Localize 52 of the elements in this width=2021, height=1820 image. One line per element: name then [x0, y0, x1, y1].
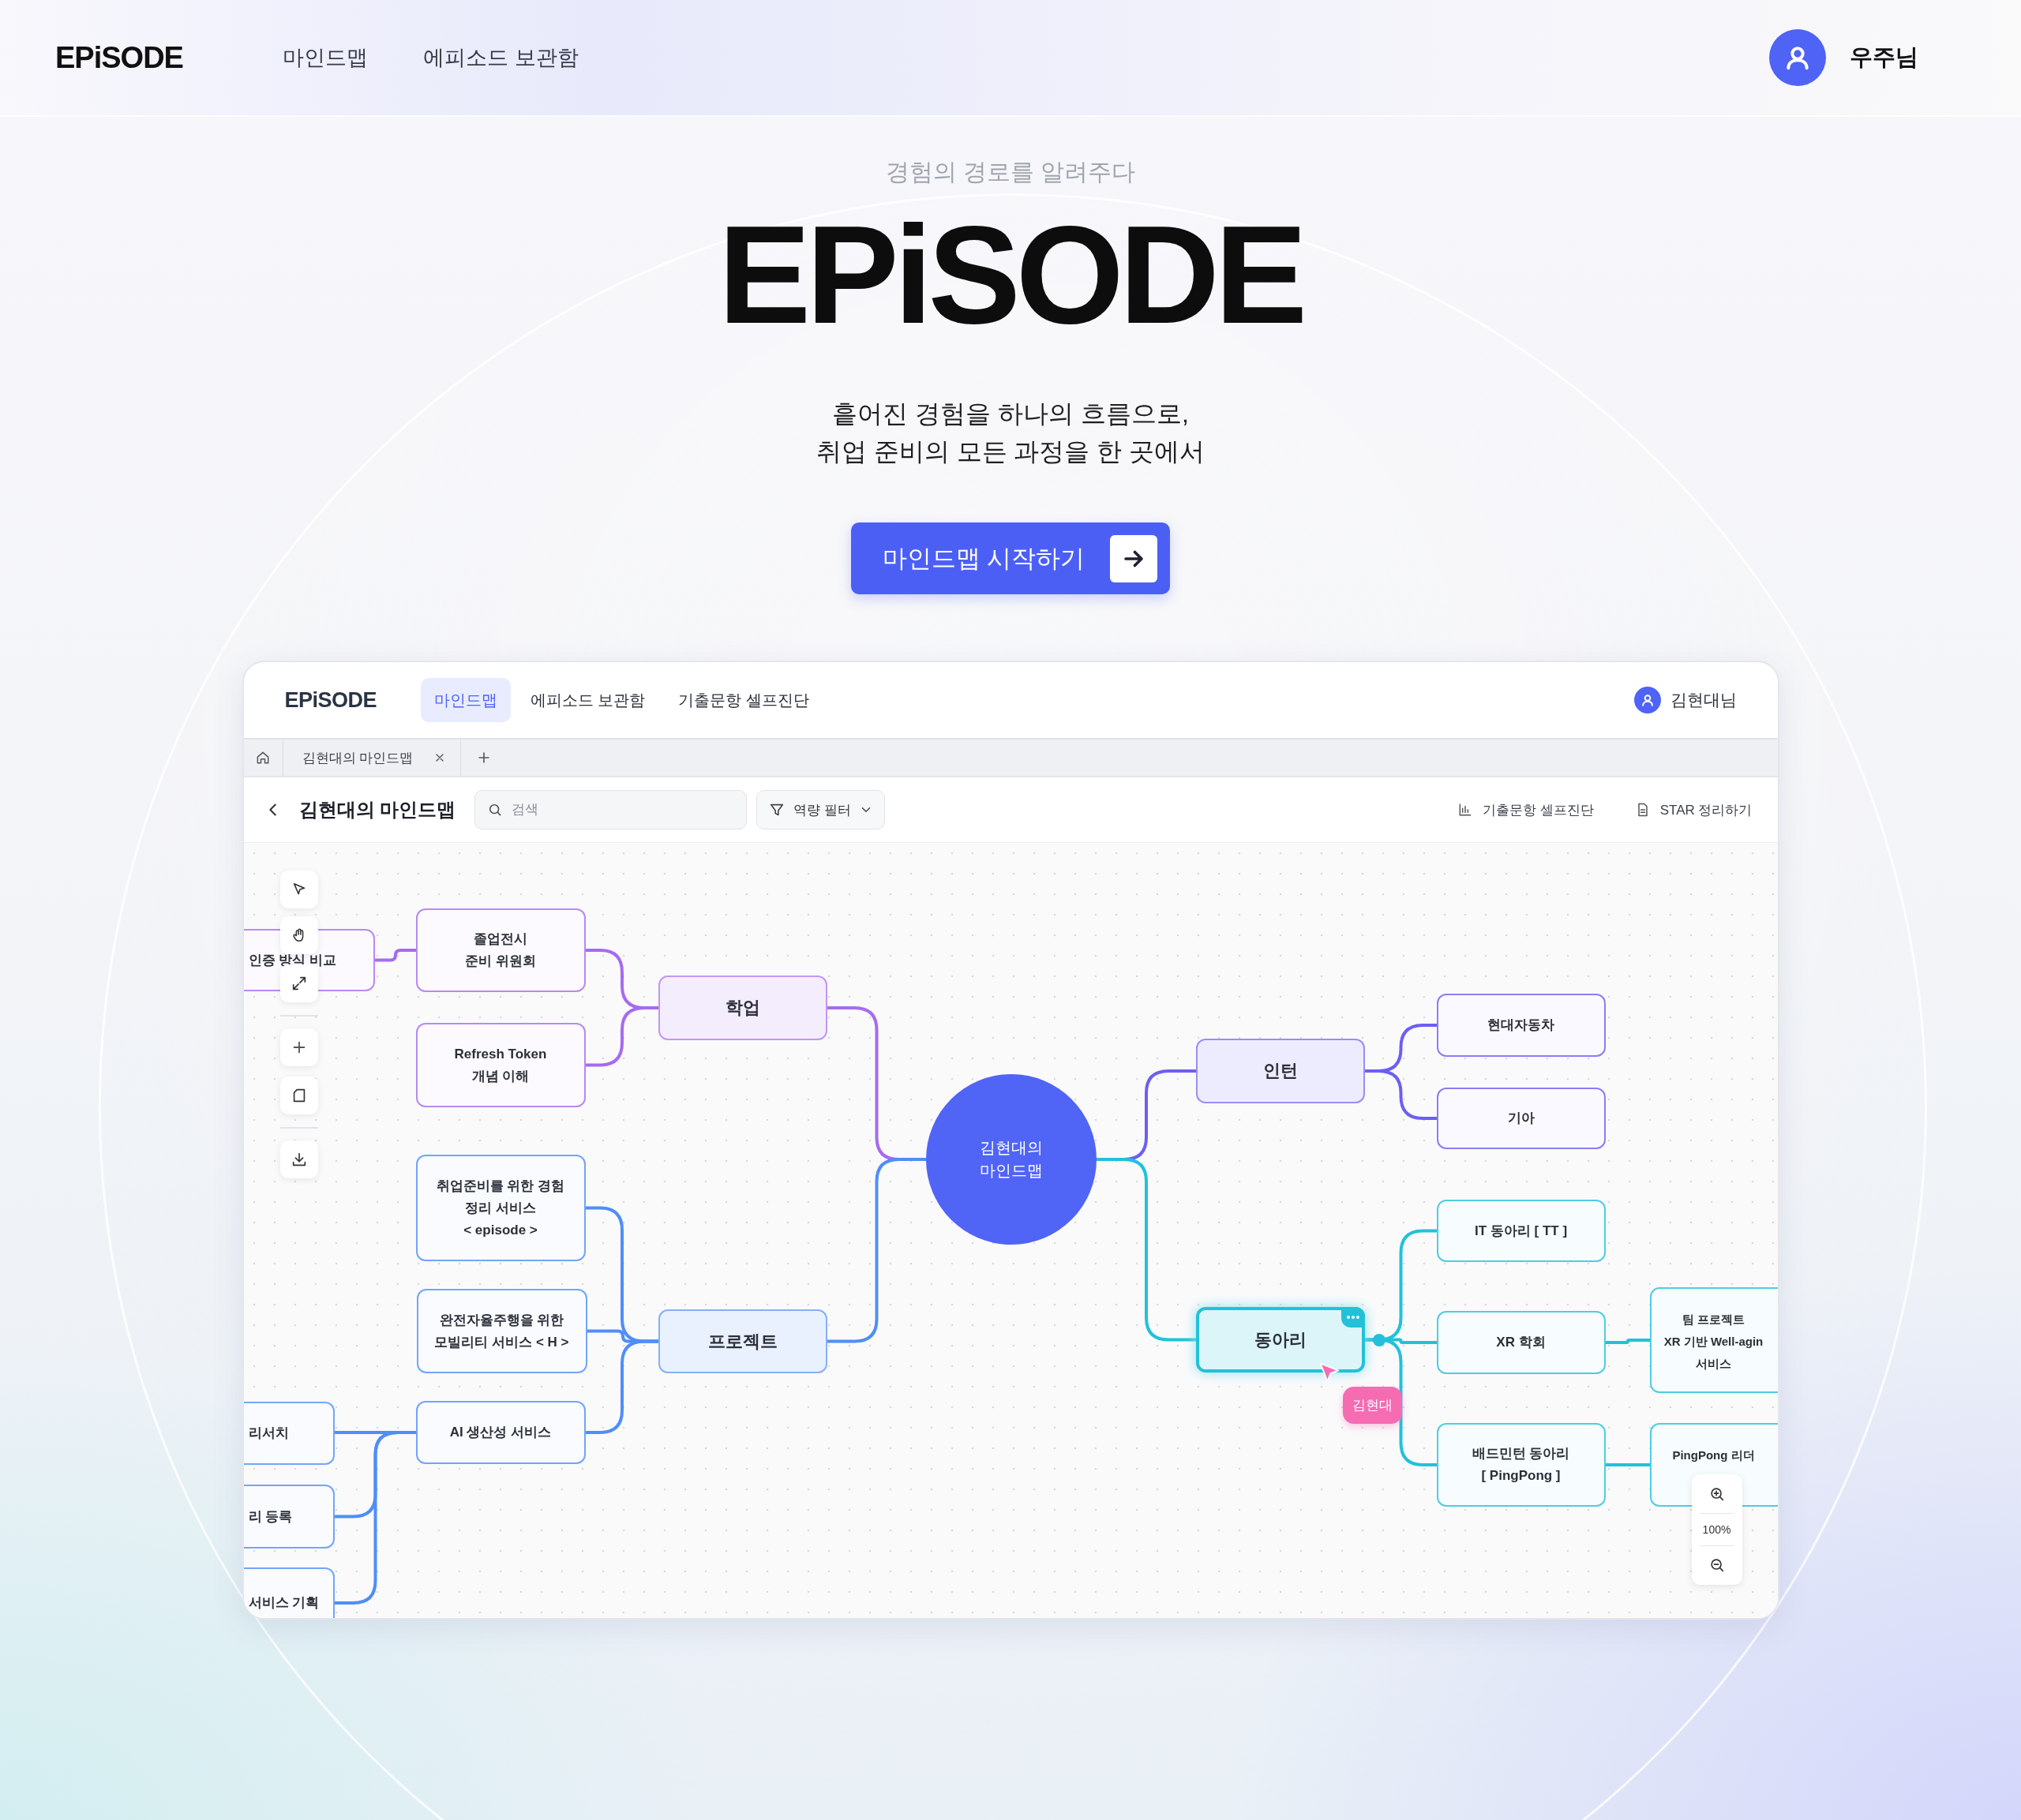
mindmap-node[interactable]: 배드민턴 동아리 [ PingPong ] [1436, 1423, 1606, 1507]
map-title: 김현대의 마인드맵 [298, 798, 456, 822]
toolbar-action[interactable]: STAR 정리하기 [1629, 800, 1757, 820]
user-name: 우주님 [1850, 43, 1918, 71]
connector-line [1605, 1339, 1650, 1344]
hero-subtitle: 경험의 경로를 알려주다 [885, 158, 1136, 186]
connector-line [374, 949, 416, 962]
toolbar-action[interactable]: 기출문항 셀프진단 [1452, 800, 1599, 820]
mindmap-node[interactable]: 취업준비를 위한 경험 정리 서비스 < episode > [415, 1155, 586, 1261]
mindmap-node[interactable]: 프로젝트 [658, 1309, 827, 1373]
mindmap-node[interactable]: 졸업전시 준비 위원회 [415, 908, 586, 992]
filter-button[interactable]: 역량 필터 [756, 790, 885, 829]
zoom-level: 100% [1699, 1513, 1734, 1546]
mindmap-node[interactable]: 동아리 [1195, 1307, 1365, 1372]
handle-dot[interactable] [1372, 1333, 1385, 1346]
home-icon [255, 750, 271, 766]
user-name: 김현대님 [1670, 690, 1737, 710]
mindmap-node[interactable]: 리 등록 [243, 1485, 335, 1548]
mindmap-node[interactable]: 완전자율주행을 위한 모빌리티 서비스 < H > [416, 1289, 587, 1373]
page-tool-button[interactable] [279, 1077, 318, 1114]
hero-tagline: 흩어진 경험을 하나의 흐름으로, [831, 399, 1190, 429]
nav-link[interactable]: 마인드맵 [283, 43, 368, 72]
nav-tab[interactable]: 기출문항 셀프진단 [665, 678, 823, 722]
hero-tagline: 취업 준비의 모든 과정을 한 곳에서 [816, 436, 1205, 467]
root-node[interactable]: 김현대의 마인드맵 [925, 1074, 1097, 1245]
nav-tab[interactable]: 마인드맵 [420, 678, 511, 722]
app-logo[interactable]: EPiSODE [284, 687, 421, 713]
mindmap-node[interactable]: 서비스 기획 [243, 1567, 335, 1618]
pan-tool-button[interactable] [279, 916, 318, 954]
search-field[interactable]: 검색 [474, 790, 748, 829]
download-button[interactable] [279, 1140, 318, 1178]
select-tool-button[interactable] [279, 871, 318, 908]
nav-link[interactable]: 에피소드 보관함 [423, 43, 579, 72]
add-node-button[interactable] [279, 1028, 318, 1066]
mindmap-node[interactable]: 인턴 [1195, 1039, 1365, 1103]
mindmap-node[interactable]: IT 동아리 [ TT ] [1436, 1200, 1606, 1262]
collaborator-tag: 김현대 [1342, 1387, 1402, 1424]
connector-line [1605, 1463, 1650, 1466]
mindmap-node[interactable]: 현대자동차 [1436, 994, 1606, 1057]
mindmap-node[interactable]: 학업 [658, 976, 827, 1040]
start-mindmap-button[interactable]: 마인드맵 시작하기 [850, 522, 1171, 594]
mindmap-node[interactable]: 팀 프로젝트 XR 기반 Well-agin 서비스 [1649, 1287, 1778, 1393]
nav-tab[interactable]: 에피소드 보관함 [516, 678, 659, 722]
mindmap-node[interactable]: AI 생산성 서비스 [415, 1401, 586, 1464]
logo[interactable]: EPiSODE [55, 40, 283, 75]
document-tab[interactable]: 김현대의 마인드맵 [302, 748, 414, 767]
avatar[interactable] [1633, 687, 1661, 713]
mindmap-node[interactable]: XR 학회 [1436, 1311, 1606, 1374]
mindmap-node[interactable]: 기아 [1436, 1088, 1606, 1149]
hero-logo: EPiSODE [718, 219, 1303, 330]
mindmap-node[interactable]: 리서치 [243, 1402, 335, 1465]
mindmap-node[interactable]: Refresh Token 개념 이해 [415, 1023, 586, 1107]
